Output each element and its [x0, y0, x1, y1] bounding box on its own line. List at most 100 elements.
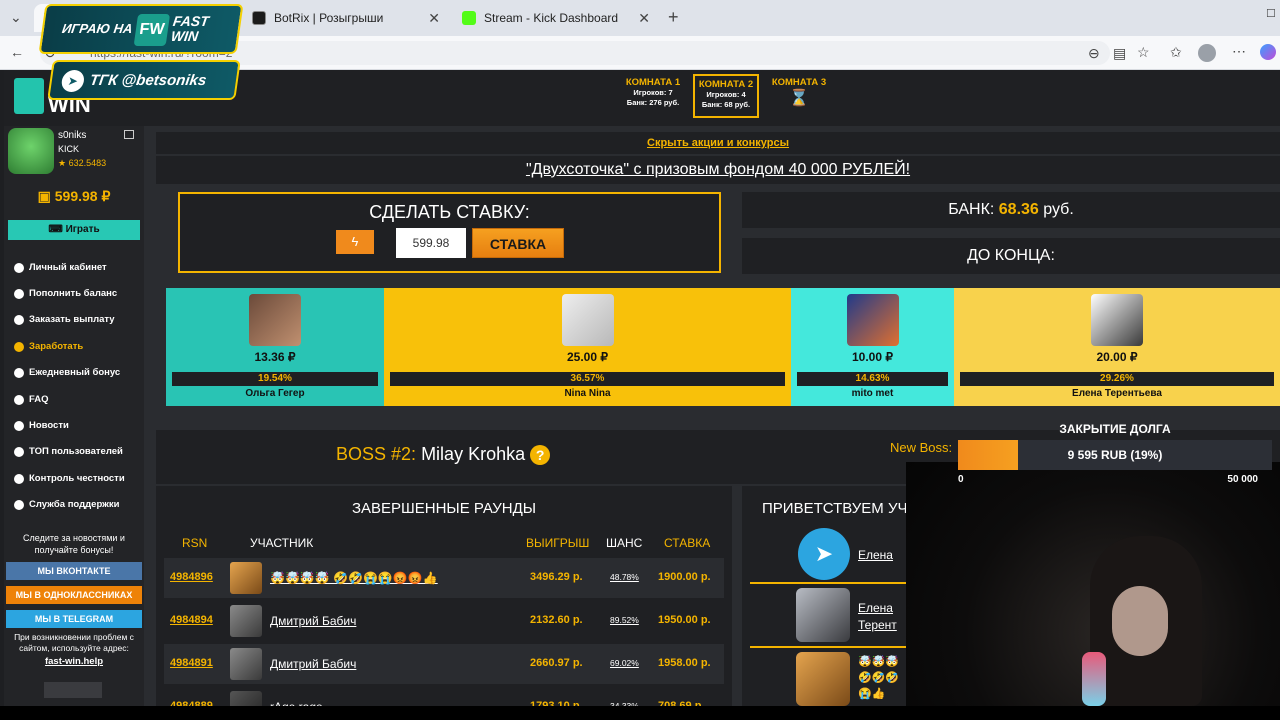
- boss-label: BOSS #2:: [336, 444, 417, 464]
- bet-panel: СДЕЛАТЬ СТАВКУ: ϟ СТАВКА: [178, 192, 721, 273]
- welcome-user-2[interactable]: Елена Терент: [858, 600, 908, 634]
- tab-label: BotRix | Розыгрыши: [274, 11, 384, 25]
- brand-text: FAST WIN: [169, 13, 211, 44]
- telegram-icon: ➤: [798, 528, 850, 580]
- round-rsn[interactable]: 4984891: [170, 657, 213, 669]
- room-players: Игроков: 7: [633, 88, 673, 97]
- menu-label: Пополнить баланс: [29, 288, 118, 299]
- more-menu-icon[interactable]: ⋯: [1232, 43, 1246, 60]
- player-name: Nina Nina: [564, 388, 611, 399]
- lightning-button[interactable]: ϟ: [336, 230, 374, 254]
- menu-earn[interactable]: Заработать: [14, 341, 83, 352]
- tab-kick[interactable]: Stream - Kick Dashboard ✕: [452, 4, 660, 32]
- room-title: КОМНАТА 3: [771, 77, 827, 88]
- menu-label: Контроль честности: [29, 473, 125, 484]
- player-name: Ольга Гегер: [245, 388, 305, 399]
- telegram-button[interactable]: МЫ В TELEGRAM: [6, 610, 142, 628]
- zoom-icon[interactable]: ⊖: [1088, 45, 1100, 62]
- menu-label: Заказать выплату: [29, 314, 115, 325]
- plus-icon: [14, 288, 24, 299]
- rounds-title: ЗАВЕРШЕННЫЕ РАУНДЫ: [351, 500, 537, 517]
- player-avatar: [249, 294, 301, 346]
- player-avatar: [561, 294, 614, 346]
- download-icon: [14, 314, 24, 325]
- player-percent: 19.54%: [172, 372, 378, 386]
- player-percent: 14.63%: [797, 372, 948, 386]
- players-strip: 13.36 ₽ 19.54% Ольга Гегер 25.00 ₽ 36.57% Nin…: [166, 288, 1280, 406]
- close-tab-icon[interactable]: ✕: [428, 10, 440, 27]
- winner-name[interactable]: Дмитрий Бабич: [270, 614, 356, 628]
- winner-name[interactable]: Дмитрий Бабич: [270, 657, 356, 671]
- balance-text: 599.98 ₽: [54, 188, 111, 204]
- player-card: 25.00 ₽ 36.57% Nina Nina: [384, 288, 791, 406]
- round-win: 3496.29 р.: [530, 571, 583, 583]
- round-stake: 1900.00 р.: [658, 571, 711, 583]
- round-win: 2660.97 р.: [530, 657, 583, 669]
- table-row: 4984891 Дмитрий Бабич 2660.97 р. 69.02% 1958…: [164, 644, 724, 684]
- winner-name[interactable]: 🤯🤯🤯🤯 🤣🤣😭😭😡😡👍: [270, 571, 438, 585]
- profile-avatar[interactable]: [1198, 44, 1216, 62]
- player-name: Елена Терентьева: [1072, 388, 1162, 399]
- room-3-tab[interactable]: КОМНАТА 3 ⌛: [766, 74, 832, 118]
- help-icon[interactable]: ?: [530, 445, 551, 465]
- welcome-avatar-2: [796, 588, 850, 642]
- player-amount: 13.36 ₽: [254, 350, 296, 364]
- room-title: КОМНАТА 2: [698, 79, 754, 90]
- menu-personal-cabinet[interactable]: Личный кабинет: [14, 262, 107, 273]
- user-avatar[interactable]: [8, 128, 54, 174]
- welcome-user-3[interactable]: 🤯🤯🤯 🤣🤣🤣 😭👍: [858, 654, 912, 704]
- menu-fairness[interactable]: Контроль честности: [14, 473, 125, 484]
- tab-list-chevron-icon[interactable]: ⌄: [10, 9, 22, 26]
- room-1-tab[interactable]: КОМНАТА 1 Игроков: 7 Банк: 276 руб.: [620, 74, 686, 118]
- menu-support[interactable]: Служба поддержки: [14, 499, 119, 510]
- play-button[interactable]: ⌨ Играть: [8, 220, 140, 240]
- menu-withdraw[interactable]: Заказать выплату: [14, 314, 115, 325]
- promo-banner[interactable]: "Двухсоточка" с призовым фондом 40 000 Р…: [156, 156, 1280, 184]
- botrix-favicon: [252, 11, 266, 25]
- sidebar: s0niks KICK ★ 632.5483 ▣ 599.98 ₽ ⌨ Игра…: [4, 126, 144, 706]
- menu-news[interactable]: Новости: [14, 420, 69, 431]
- news-icon: [14, 420, 24, 431]
- menu-top-users[interactable]: ТОП пользователей: [14, 446, 123, 457]
- menu-faq[interactable]: FAQ: [14, 394, 49, 405]
- play-banner-text: ИГРАЮ НА: [61, 21, 134, 36]
- back-arrow-icon[interactable]: ←: [10, 44, 24, 60]
- round-rsn[interactable]: 4984896: [170, 571, 213, 583]
- home-icon: [14, 262, 24, 273]
- logout-icon[interactable]: [124, 130, 134, 139]
- favorite-star-icon[interactable]: ☆: [1137, 44, 1150, 61]
- question-icon: [14, 394, 24, 405]
- player-percent: 29.26%: [960, 372, 1274, 386]
- copilot-icon[interactable]: [1260, 44, 1276, 60]
- window-restore-icon[interactable]: ☐: [1266, 7, 1276, 20]
- boss-title: BOSS #2: Milay Krohka ?: [336, 444, 551, 465]
- round-rsn[interactable]: 4984894: [170, 614, 213, 626]
- menu-deposit[interactable]: Пополнить баланс: [14, 288, 117, 299]
- promo-toggle[interactable]: Скрыть акции и конкурсы: [156, 132, 1280, 154]
- support-icon: [14, 499, 24, 510]
- vk-button[interactable]: МЫ ВКОНТАКТЕ: [6, 562, 142, 580]
- tab-botrix[interactable]: BotRix | Розыгрыши ✕: [242, 4, 450, 32]
- menu-label: Новости: [29, 420, 69, 431]
- ok-button[interactable]: МЫ В ОДНОКЛАССНИКАХ: [6, 586, 142, 604]
- reader-icon[interactable]: ▤: [1113, 45, 1126, 62]
- close-tab-icon[interactable]: ✕: [638, 10, 650, 27]
- promo-toggle-label: Скрыть акции и конкурсы: [647, 137, 789, 149]
- social-label: МЫ ВКОНТАКТЕ: [37, 566, 111, 576]
- bet-button[interactable]: СТАВКА: [472, 228, 564, 258]
- round-chance: 48.78%: [610, 572, 639, 582]
- welcome-user-1[interactable]: Елена: [858, 548, 893, 562]
- col-participant: УЧАСТНИК: [250, 536, 314, 550]
- tg-banner-text: ТГК @betsoniks: [88, 72, 208, 89]
- bank-panel: БАНК: 68.36 руб.: [742, 192, 1280, 228]
- welcome-title: ПРИВЕТСТВУЕМ УЧ: [762, 500, 908, 517]
- support-link[interactable]: fast-win.help: [4, 656, 144, 667]
- bet-amount-input[interactable]: [396, 228, 466, 258]
- favorites-icon[interactable]: ✩: [1170, 44, 1182, 61]
- menu-daily-bonus[interactable]: Ежедневный бонус: [14, 367, 120, 378]
- new-tab-plus-icon[interactable]: +: [668, 7, 679, 28]
- room-2-tab[interactable]: КОМНАТА 2 Игроков: 4 Банк: 68 руб.: [693, 74, 759, 118]
- webcam-feed: [906, 462, 1280, 706]
- welcome-avatar-3: [796, 652, 850, 706]
- goal-progress-track: 9 595 RUB (19%): [958, 440, 1272, 470]
